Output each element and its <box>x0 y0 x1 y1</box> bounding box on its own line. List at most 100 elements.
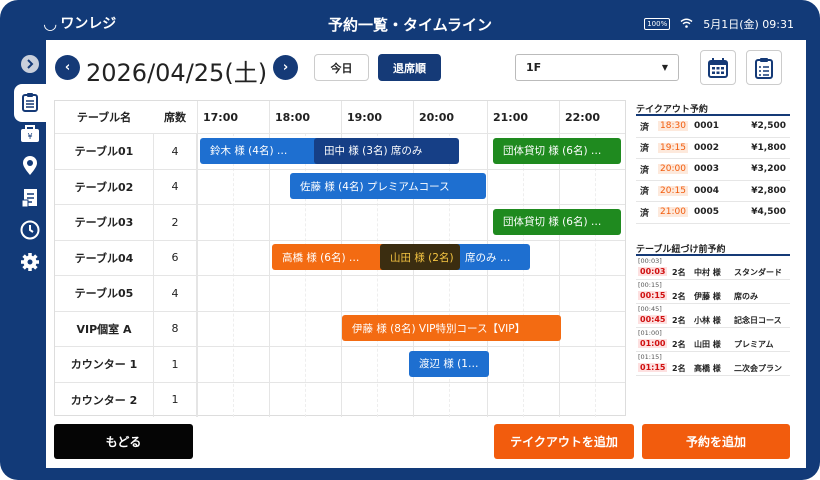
course-name: 記念日コース <box>734 315 782 325</box>
course-name: プレミアム <box>734 339 774 349</box>
wait-time: [01:15] <box>638 352 662 361</box>
sidebar-item-register[interactable]: ¥ <box>20 124 40 144</box>
battery-icon: 100% <box>644 18 671 30</box>
seat-count: 1 <box>153 347 197 382</box>
gear-icon <box>21 253 39 271</box>
list-view-button[interactable] <box>746 50 782 85</box>
sidebar: ¥ <box>10 46 54 466</box>
takeout-number: 0001 <box>694 121 720 132</box>
takeout-price: ¥4,500 <box>751 207 786 218</box>
table-name: テーブル01 <box>74 145 134 159</box>
takeout-time: 20:00 <box>658 164 688 175</box>
guest-name: 小林 様 <box>694 315 721 325</box>
reservation-block[interactable]: 田中 様 (3名) 席のみ <box>314 137 459 164</box>
seat-count: 4 <box>153 134 197 169</box>
sidebar-item-reservations[interactable] <box>20 92 40 112</box>
register-icon: ¥ <box>21 125 39 142</box>
main-content: ‹ 2026/04/25(土) › 今日 退席順 1F ▼ テーブル名 席数 1… <box>46 40 806 468</box>
unassigned-row[interactable]: [01:15] 01:15 2名 高橋 様 二次会プラン <box>636 352 790 376</box>
table-row[interactable]: カウンター 1 1 <box>55 346 625 382</box>
takeout-number: 0003 <box>694 164 720 175</box>
takeout-row[interactable]: 済 18:30 0001 ¥2,500 <box>636 116 790 138</box>
sidebar-collapse-icon[interactable] <box>20 54 40 74</box>
add-takeout-button[interactable]: テイクアウトを追加 <box>494 424 634 459</box>
takeout-row[interactable]: 済 19:15 0002 ¥1,800 <box>636 138 790 159</box>
party-size: 2名 <box>672 339 686 349</box>
time-label: 20:00 <box>419 110 455 124</box>
prev-day-button[interactable]: ‹ <box>55 55 80 80</box>
wifi-icon <box>680 18 693 31</box>
takeout-time: 21:00 <box>658 207 688 218</box>
time-label: 19:00 <box>347 110 383 124</box>
calendar-view-button[interactable] <box>700 50 736 85</box>
takeout-number: 0002 <box>694 142 720 153</box>
sidebar-item-settings[interactable] <box>20 252 40 272</box>
party-size: 2名 <box>672 291 686 301</box>
right-panel: テイクアウト予約 済 18:30 0001 ¥2,500 済 19:15 0002 ¥1,80… <box>636 100 790 376</box>
unassigned-row[interactable]: [00:15] 00:15 2名 伊藤 様 席のみ <box>636 280 790 304</box>
takeout-row[interactable]: 済 20:15 0004 ¥2,800 <box>636 181 790 202</box>
location-pin-icon <box>23 156 37 175</box>
reservation-block[interactable]: 席のみ … <box>455 244 530 270</box>
takeout-row[interactable]: 済 21:00 0005 ¥4,500 <box>636 202 790 224</box>
clock-icon <box>20 220 40 240</box>
sidebar-item-location[interactable] <box>20 156 40 176</box>
reservation-block[interactable]: 団体貸切 様 (6名) … <box>493 208 621 235</box>
unassigned-row[interactable]: [00:03] 00:03 2名 中村 様 スタンダード <box>636 256 790 280</box>
unassigned-row[interactable]: [01:00] 01:00 2名 山田 様 プレミアム <box>636 328 790 352</box>
takeout-time: 20:15 <box>658 185 688 196</box>
reservation-block[interactable]: 団体貸切 様 (6名) … <box>493 137 621 164</box>
device-frame: ◡ ワンレジ 予約一覧・タイムライン 100% 5月1日(金) 09:31 ¥ <box>0 0 820 480</box>
seats-header: 席数 <box>164 111 186 124</box>
table-name: VIP個室 A <box>76 322 132 336</box>
floor-select[interactable]: 1F ▼ <box>515 54 679 81</box>
reservation-block[interactable]: 伊藤 様 (8名) VIP特別コース【VIP】 <box>342 315 561 341</box>
takeout-status: 済 <box>640 187 650 198</box>
takeout-number: 0004 <box>694 185 720 196</box>
back-button[interactable]: もどる <box>54 424 193 459</box>
takeout-title: テイクアウト予約 <box>636 100 790 116</box>
wait-time: [00:15] <box>638 280 662 289</box>
seat-count: 4 <box>153 169 197 204</box>
chevron-left-icon: ‹ <box>64 60 71 75</box>
wait-time: [00:03] <box>638 256 662 265</box>
svg-text:¥: ¥ <box>27 132 32 141</box>
time-label: 22:00 <box>565 110 601 124</box>
add-reservation-button[interactable]: 予約を追加 <box>642 424 790 459</box>
wait-time: [01:00] <box>638 328 662 337</box>
unassigned-time: 00:45 <box>638 314 668 324</box>
party-size: 2名 <box>672 363 686 373</box>
sort-order-button[interactable]: 退席順 <box>378 54 441 81</box>
seat-count: 8 <box>153 311 197 346</box>
chevron-right-icon: › <box>282 60 289 75</box>
timeline-grid: テーブル名 席数 17:00 18:00 19:00 20:00 21:00 22:00 … <box>54 100 626 417</box>
time-label: 18:00 <box>275 110 311 124</box>
table-name: カウンター 1 <box>70 358 138 372</box>
party-size: 2名 <box>672 315 686 325</box>
takeout-row[interactable]: 済 20:00 0003 ¥3,200 <box>636 159 790 181</box>
reservation-block[interactable]: 渡辺 様 (1… <box>409 350 489 377</box>
sidebar-item-receipt[interactable] <box>20 188 40 208</box>
takeout-number: 0005 <box>694 207 720 218</box>
reservation-block[interactable]: 鈴木 様 (4名) … <box>200 137 320 164</box>
next-day-button[interactable]: › <box>273 55 298 80</box>
table-name-header: テーブル名 <box>76 111 132 124</box>
today-button[interactable]: 今日 <box>314 54 369 81</box>
reservation-block[interactable]: 山田 様 (2名) <box>380 244 460 270</box>
table-row[interactable]: カウンター 2 1 <box>55 381 625 417</box>
takeout-price: ¥1,800 <box>751 142 786 153</box>
list-clipboard-icon <box>755 57 773 79</box>
status-bar: 100% 5月1日(金) 09:31 <box>644 16 794 32</box>
floor-select-value: 1F <box>526 61 542 74</box>
table-row[interactable]: テーブル05 4 <box>55 275 625 311</box>
unassigned-time: 00:03 <box>638 266 668 276</box>
takeout-time: 18:30 <box>658 121 688 132</box>
reservation-block[interactable]: 佐藤 様 (4名) プレミアムコース <box>290 173 486 199</box>
unassigned-row[interactable]: [00:45] 00:45 2名 小林 様 記念日コース <box>636 304 790 328</box>
dropdown-arrow-icon: ▼ <box>661 63 668 72</box>
date-display: 2026/04/25(土) <box>86 59 268 87</box>
seat-count: 2 <box>153 205 197 240</box>
sidebar-item-clock[interactable] <box>20 220 40 240</box>
calendar-icon <box>708 57 728 78</box>
time-label: 21:00 <box>493 110 529 124</box>
